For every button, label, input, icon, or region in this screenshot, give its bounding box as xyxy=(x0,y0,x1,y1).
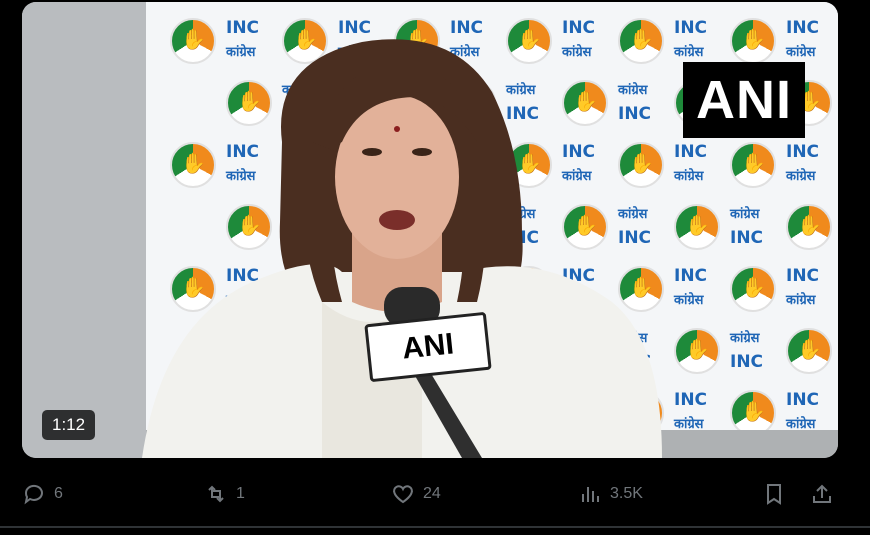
views-button[interactable]: 3.5K xyxy=(578,482,643,506)
repost-count: 1 xyxy=(236,485,245,502)
repost-button[interactable]: 1 xyxy=(204,482,245,506)
like-icon xyxy=(393,485,413,504)
divider xyxy=(0,526,870,528)
like-button[interactable]: 24 xyxy=(391,482,441,506)
ani-logo-badge: ANI xyxy=(683,62,805,138)
tweet-action-bar: 6 1 24 3.5K xyxy=(0,470,870,520)
views-icon xyxy=(582,487,599,502)
repost-icon xyxy=(208,485,224,503)
reply-button[interactable]: 6 xyxy=(22,482,63,506)
video-player[interactable]: INCकांग्रेसINCकांग्रेसINCकांग्रेसINCकांग… xyxy=(22,2,838,458)
video-timestamp: 1:12 xyxy=(42,410,96,440)
reply-icon xyxy=(24,484,43,505)
bookmark-icon xyxy=(767,484,781,505)
share-button[interactable] xyxy=(810,482,834,506)
reply-count: 6 xyxy=(54,485,63,502)
view-count: 3.5K xyxy=(610,485,643,502)
like-count: 24 xyxy=(423,485,441,502)
bookmark-button[interactable] xyxy=(762,482,786,506)
share-icon xyxy=(813,484,831,503)
